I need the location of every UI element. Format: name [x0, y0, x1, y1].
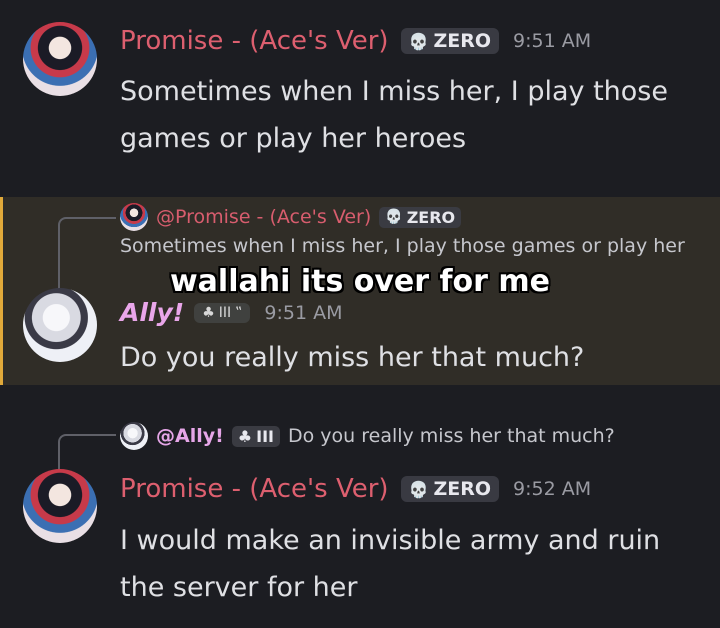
user-badge[interactable]: ♣ III ‟	[194, 302, 251, 323]
message-header: Promise - (Ace's Ver) 💀 ZERO 9:51 AM	[120, 26, 591, 56]
message-header: Ally! ♣ III ‟ 9:51 AM	[120, 298, 343, 327]
reply-badge-label: III	[256, 426, 274, 446]
avatar[interactable]	[23, 469, 97, 543]
username[interactable]: Ally!	[120, 298, 184, 327]
reply-guild-tag-label: ZERO	[406, 207, 456, 227]
timestamp: 9:51 AM	[264, 301, 343, 324]
skull-icon: 💀	[408, 31, 429, 51]
timestamp: 9:51 AM	[513, 30, 592, 52]
message-content: I would make an invisible army and ruin …	[120, 525, 661, 603]
reply-guild-tag: 💀 ZERO	[379, 206, 462, 228]
reply-username[interactable]: @Ally!	[156, 425, 224, 447]
message-content: Do you really miss her that much?	[120, 342, 585, 373]
reply-excerpt: Sometimes when I miss her, I play those …	[120, 235, 685, 257]
skull-icon: 💀	[408, 479, 429, 499]
avatar[interactable]	[23, 288, 97, 362]
guild-tag-label: ZERO	[433, 478, 492, 500]
overlay-caption: wallahi its over for me	[169, 264, 551, 299]
message-1: Promise - (Ace's Ver) 💀 ZERO 9:51 AM Som…	[0, 0, 720, 190]
message-content: Sometimes when I miss her, I play those …	[120, 76, 668, 154]
sparkle-icon: ‟	[235, 304, 243, 321]
timestamp: 9:52 AM	[513, 478, 592, 500]
badge-label: III	[218, 304, 232, 321]
reply-reference[interactable]: @Promise - (Ace's Ver) 💀 ZERO Sometimes …	[120, 203, 685, 257]
username[interactable]: Promise - (Ace's Ver)	[120, 26, 389, 56]
username[interactable]: Promise - (Ace's Ver)	[120, 474, 389, 504]
reply-reference[interactable]: @Ally! ♣ III Do you really miss her that…	[120, 422, 680, 450]
reply-user-badge: ♣ III	[231, 425, 280, 447]
guild-tag-label: ZERO	[433, 30, 492, 52]
reply-avatar	[120, 422, 148, 450]
guild-tag[interactable]: 💀 ZERO	[400, 476, 500, 502]
sprout-icon: ♣	[237, 426, 253, 446]
reply-username[interactable]: @Promise - (Ace's Ver)	[156, 206, 371, 228]
message-header: Promise - (Ace's Ver) 💀 ZERO 9:52 AM	[120, 474, 591, 504]
message-3: @Ally! ♣ III Do you really miss her that…	[0, 392, 720, 628]
sprout-icon: ♣	[202, 304, 215, 321]
guild-tag[interactable]: 💀 ZERO	[400, 28, 500, 54]
reply-excerpt: Do you really miss her that much?	[287, 425, 615, 447]
reply-avatar	[120, 203, 148, 231]
skull-icon: 💀	[385, 209, 403, 225]
avatar[interactable]	[23, 22, 97, 96]
